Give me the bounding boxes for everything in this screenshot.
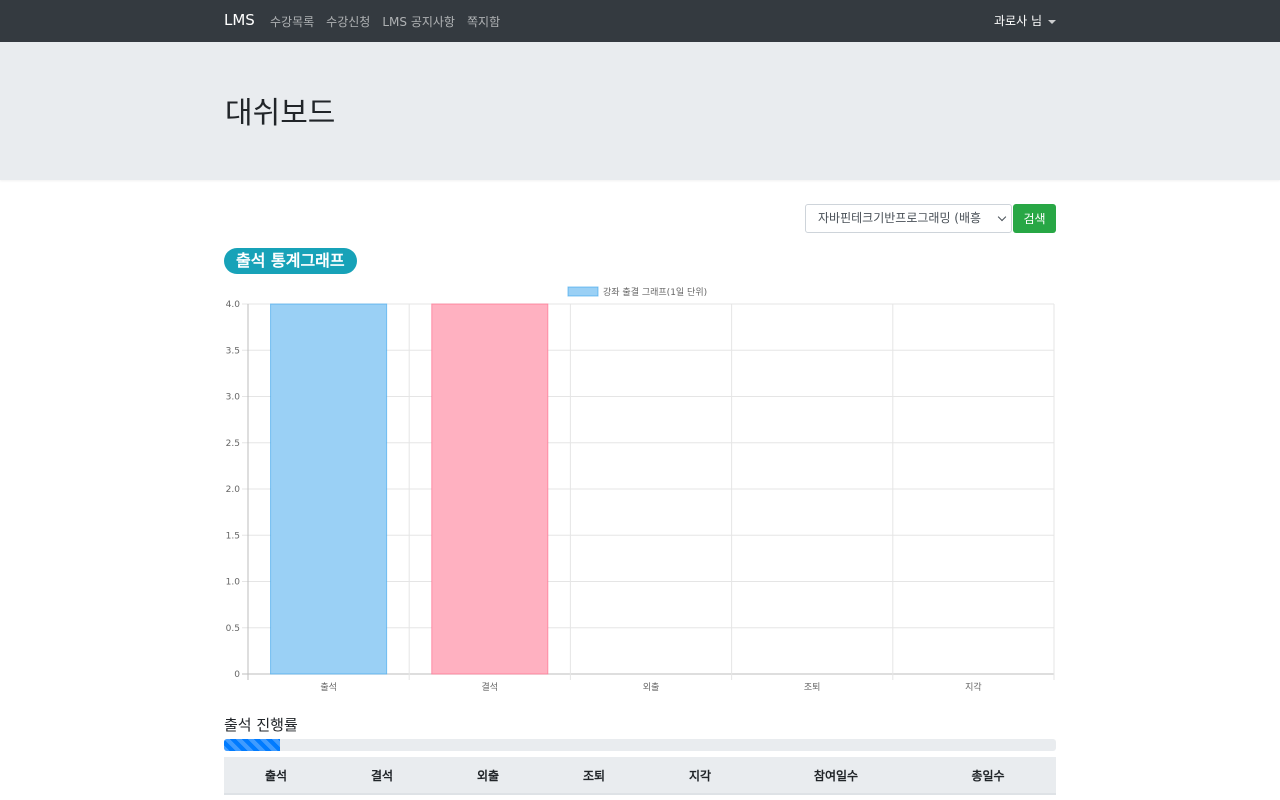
user-menu-toggle[interactable]: 과로사 님 <box>994 12 1056 29</box>
x-tick-label: 지각 <box>965 681 982 693</box>
caret-down-icon <box>1048 19 1056 24</box>
col-total-days: 총일수 <box>920 757 1056 795</box>
y-tick-label: 0.5 <box>226 624 240 634</box>
attendance-progress-bar <box>224 739 1056 751</box>
x-tick-label: 결석 <box>482 682 499 693</box>
chevron-down-icon <box>997 212 1007 222</box>
nav-links: 수강목록 수강신청 LMS 공지사항 쪽지함 <box>270 13 500 30</box>
legend-swatch <box>567 286 599 297</box>
x-tick-label: 조퇴 <box>804 682 821 693</box>
y-tick-label: 0 <box>234 670 240 680</box>
course-select[interactable]: 자바핀테크기반프로그래밍 (배흥 <box>805 204 1012 233</box>
table-header-row: 출석 결석 외출 조퇴 지각 참여일수 총일수 <box>224 757 1056 795</box>
page-title: 대쉬보드 <box>225 96 336 131</box>
search-button[interactable]: 검색 <box>1013 204 1056 233</box>
user-name: 과로사 님 <box>994 14 1042 28</box>
y-tick-label: 2.5 <box>226 439 240 449</box>
col-early-leave: 조퇴 <box>540 757 648 795</box>
col-absent: 결석 <box>328 757 436 795</box>
nav-link-course-register[interactable]: 수강신청 <box>326 13 370 30</box>
x-tick-label: 출석 <box>320 682 337 693</box>
attendance-chart-svg: 0 0.5 1.0 1.5 2.0 2.5 3.0 3.5 4.0 출석 결석 외출 조퇴 지각 강좌 출결… <box>226 286 1055 693</box>
brand-logo[interactable]: LMS <box>224 11 255 29</box>
top-navbar: LMS 수강목록 수강신청 LMS 공지사항 쪽지함 과로사 님 <box>0 0 1280 42</box>
nav-link-messages[interactable]: 쪽지함 <box>467 13 500 30</box>
y-tick-label: 3.0 <box>226 393 241 403</box>
bar-0 <box>270 303 388 675</box>
y-tick-label: 1.0 <box>226 578 241 588</box>
col-late: 지각 <box>648 757 752 795</box>
legend-label: 강좌 출결 그래프(1일 단위) <box>603 287 707 298</box>
page-header: 대쉬보드 <box>0 42 1280 180</box>
chart-section-badge: 출석 통계그래프 <box>224 248 357 274</box>
course-select-value: 자바핀테크기반프로그래밍 (배흥 <box>818 211 982 225</box>
x-tick-label: 외출 <box>643 681 660 693</box>
attendance-chart: 0 0.5 1.0 1.5 2.0 2.5 3.0 3.5 4.0 출석 결석 외출 조퇴 지각 강좌 출결… <box>224 282 1058 694</box>
progress-title: 출석 진행률 <box>224 716 298 734</box>
y-tick-label: 2.0 <box>226 485 241 495</box>
col-outing: 외출 <box>436 757 540 795</box>
attendance-stats-table: 출석 결석 외출 조퇴 지각 참여일수 총일수 <box>224 757 1056 795</box>
y-tick-label: 3.5 <box>226 346 240 356</box>
y-tick-label: 4.0 <box>226 300 241 310</box>
col-participation-days: 참여일수 <box>752 757 920 795</box>
nav-link-notices[interactable]: LMS 공지사항 <box>382 13 455 30</box>
attendance-progress-fill <box>224 739 280 751</box>
nav-link-course-list[interactable]: 수강목록 <box>270 13 314 30</box>
bar-1 <box>431 303 549 675</box>
col-attend: 출석 <box>224 757 328 795</box>
y-tick-label: 1.5 <box>226 531 240 541</box>
